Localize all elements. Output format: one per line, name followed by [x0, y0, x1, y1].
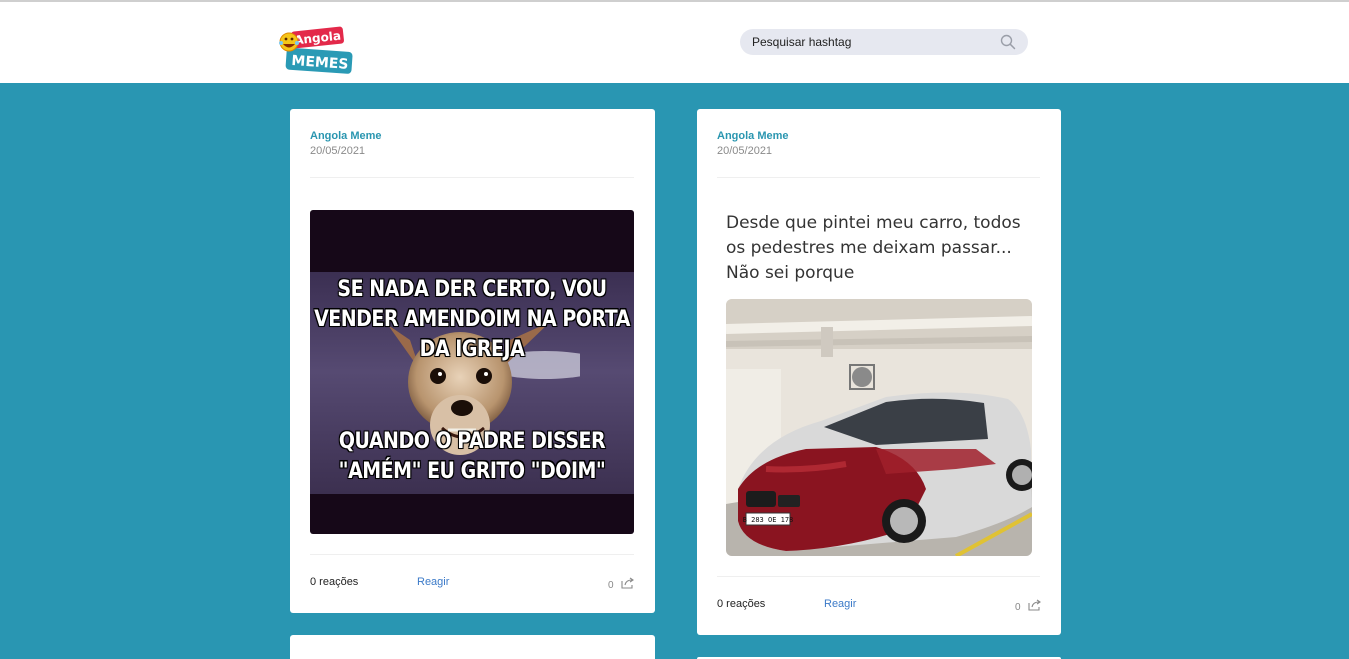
post-card: Angola Meme 20/05/2021 SE NADA DER CERTO…	[290, 109, 655, 613]
header-bar	[0, 2, 1349, 83]
post-image[interactable]: В 283 ОЕ 178	[726, 299, 1032, 556]
post-date: 20/05/2021	[310, 145, 366, 157]
share-count: 0	[608, 580, 614, 591]
share-icon[interactable]	[621, 577, 635, 589]
reaction-count: 0 reações	[310, 576, 359, 588]
react-button[interactable]: Reagir	[417, 576, 449, 588]
meme-top-text: SE NADA DER CERTO, VOU VENDER AMENDOIM N…	[314, 276, 630, 362]
post-header-divider	[310, 177, 634, 178]
share-count: 0	[1015, 602, 1021, 613]
reaction-count: 0 reações	[717, 598, 766, 610]
search-input[interactable]	[752, 29, 992, 55]
post-footer-divider	[717, 576, 1040, 577]
license-plate: В 283 ОЕ 178	[743, 516, 794, 524]
share-icon[interactable]	[1028, 599, 1042, 611]
post-card: Angola Meme 20/05/2021 Desde que pintei …	[697, 109, 1061, 635]
meme-caption: Desde que pintei meu carro, todos os ped…	[726, 213, 1021, 283]
site-logo[interactable]: Angola MEMES	[278, 24, 354, 78]
post-image[interactable]: SE NADA DER CERTO, VOU VENDER AMENDOIM N…	[310, 210, 634, 534]
meme-bottom-text: QUANDO O PADRE DISSER "AMÉM" EU GRITO "D…	[338, 428, 606, 484]
car-photo: В 283 ОЕ 178	[726, 299, 1032, 556]
post-date: 20/05/2021	[717, 145, 773, 157]
post-author[interactable]: Angola Meme	[717, 130, 789, 142]
post-author[interactable]: Angola Meme	[310, 130, 382, 142]
react-button[interactable]: Reagir	[824, 598, 856, 610]
post-card-partial	[290, 635, 655, 659]
search-icon[interactable]	[1000, 34, 1016, 50]
search-bar	[740, 29, 1028, 55]
logo-graphic: Angola MEMES	[279, 26, 353, 74]
post-footer-divider	[310, 554, 634, 555]
post-header-divider	[717, 177, 1040, 178]
